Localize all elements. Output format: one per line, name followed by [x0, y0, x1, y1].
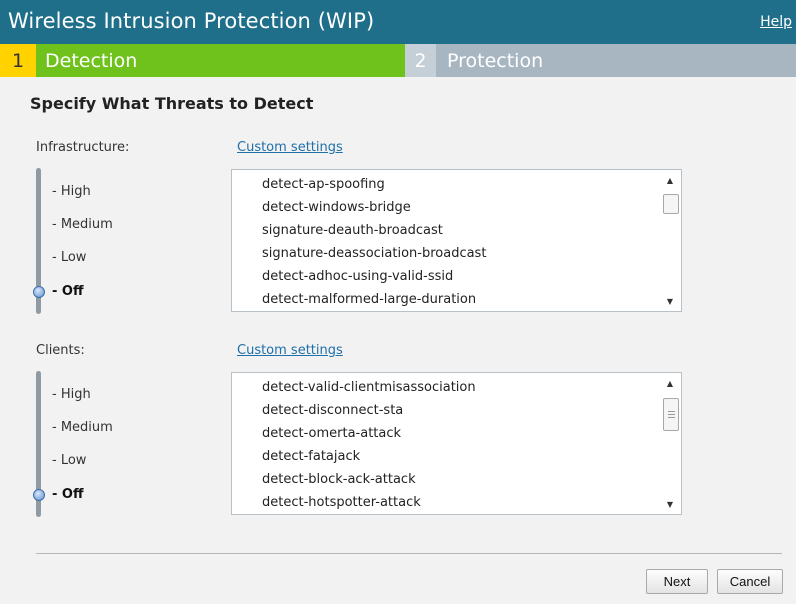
list-item[interactable]: signature-deauth-broadcast: [262, 219, 486, 242]
clients-slider-thumb[interactable]: [33, 489, 45, 501]
grip-icon: [667, 411, 675, 412]
infrastructure-level-high[interactable]: - High: [52, 184, 91, 199]
infrastructure-threat-list[interactable]: detect-ap-spoofing detect-windows-bridge…: [231, 169, 682, 312]
step-protection[interactable]: 2 Protection: [405, 44, 796, 77]
next-button[interactable]: Next: [646, 569, 708, 594]
title-bar: Wireless Intrusion Protection (WIP) Help: [0, 0, 796, 44]
grip-icon: [667, 414, 675, 415]
list-item[interactable]: detect-adhoc-using-valid-ssid: [262, 265, 486, 288]
infrastructure-level-low[interactable]: - Low: [52, 250, 86, 265]
cancel-button[interactable]: Cancel: [717, 569, 783, 594]
infrastructure-custom-settings-link[interactable]: Custom settings: [237, 140, 343, 155]
clients-threat-list[interactable]: detect-valid-clientmisassociation detect…: [231, 372, 682, 515]
list-item[interactable]: detect-fatajack: [262, 445, 476, 468]
list-item[interactable]: detect-malformed-large-duration: [262, 288, 486, 311]
clients-label: Clients:: [36, 343, 85, 358]
footer-divider: [36, 553, 782, 554]
clients-level-medium[interactable]: - Medium: [52, 420, 113, 435]
clients-custom-settings-link[interactable]: Custom settings: [237, 343, 343, 358]
clients-level-low[interactable]: - Low: [52, 453, 86, 468]
step-number: 2: [405, 44, 436, 77]
clients-level-high[interactable]: - High: [52, 387, 91, 402]
infrastructure-label: Infrastructure:: [36, 140, 130, 155]
list-item[interactable]: detect-windows-bridge: [262, 196, 486, 219]
scroll-thumb[interactable]: [663, 398, 679, 431]
list-item[interactable]: detect-omerta-attack: [262, 422, 476, 445]
scrollbar[interactable]: ▲ ▼: [661, 172, 679, 309]
scroll-up-arrow-icon[interactable]: ▲: [661, 377, 679, 389]
list-item[interactable]: detect-valid-clientmisassociation: [262, 376, 476, 399]
step-label: Protection: [447, 49, 544, 72]
wizard-steps: 1 Detection 2 Protection: [0, 44, 796, 77]
window-title: Wireless Intrusion Protection (WIP): [8, 9, 375, 33]
scroll-up-arrow-icon[interactable]: ▲: [661, 174, 679, 186]
scroll-down-arrow-icon[interactable]: ▼: [661, 295, 679, 307]
page-heading: Specify What Threats to Detect: [30, 94, 314, 113]
scroll-thumb[interactable]: [663, 194, 679, 214]
clients-level-off[interactable]: - Off: [52, 487, 84, 502]
list-item[interactable]: signature-deassociation-broadcast: [262, 242, 486, 265]
step-label: Detection: [36, 44, 405, 77]
infrastructure-level-off[interactable]: - Off: [52, 284, 84, 299]
scrollbar[interactable]: ▲ ▼: [661, 375, 679, 512]
list-item[interactable]: detect-block-ack-attack: [262, 468, 476, 491]
help-link[interactable]: Help: [760, 14, 792, 30]
list-item[interactable]: detect-hotspotter-attack: [262, 491, 476, 514]
list-item[interactable]: detect-disconnect-sta: [262, 399, 476, 422]
step-detection[interactable]: 1 Detection: [0, 44, 405, 77]
grip-icon: [667, 417, 675, 418]
list-item[interactable]: detect-ap-spoofing: [262, 173, 486, 196]
scroll-down-arrow-icon[interactable]: ▼: [661, 498, 679, 510]
infrastructure-slider-thumb[interactable]: [33, 286, 45, 298]
step-number: 1: [0, 44, 36, 77]
infrastructure-level-medium[interactable]: - Medium: [52, 217, 113, 232]
